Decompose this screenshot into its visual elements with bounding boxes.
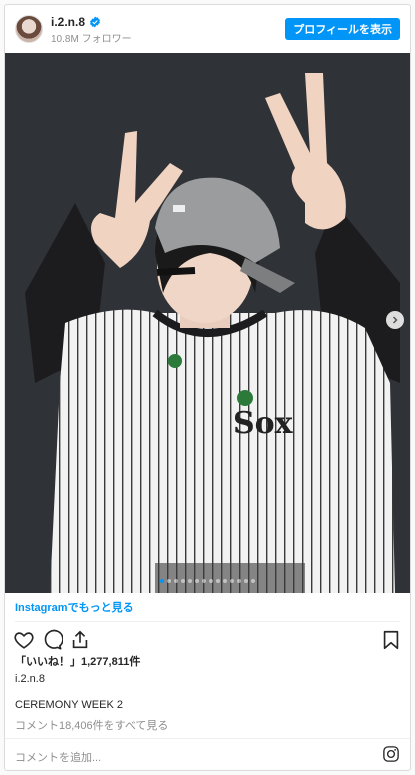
- bookmark-icon[interactable]: [380, 629, 402, 651]
- action-bar: [5, 625, 410, 655]
- instagram-embed-card: i.2.n.8 10.8M フォロワー プロフィールを表示 Sox Instag…: [4, 4, 411, 771]
- carousel-dot: [188, 579, 192, 583]
- follower-count: 10.8M フォロワー: [51, 34, 132, 45]
- chevron-right-icon: [392, 316, 398, 324]
- divider: [5, 738, 410, 739]
- comment-icon[interactable]: [41, 629, 63, 651]
- carousel-dot: [244, 579, 248, 583]
- post-photo[interactable]: Sox: [5, 53, 410, 593]
- add-comment-input[interactable]: コメントを追加...: [15, 749, 101, 765]
- carousel-dot: [237, 579, 241, 583]
- carousel-indicator: [5, 579, 410, 583]
- carousel-dot: [174, 579, 178, 583]
- carousel-dot: [223, 579, 227, 583]
- carousel-dot: [216, 579, 220, 583]
- carousel-dot: [230, 579, 234, 583]
- carousel-dot: [167, 579, 171, 583]
- avatar[interactable]: [15, 15, 43, 43]
- shirt-logo: Sox: [233, 406, 294, 441]
- username-row: i.2.n.8: [51, 15, 101, 29]
- carousel-next-button[interactable]: [386, 311, 404, 329]
- heart-icon[interactable]: [13, 629, 35, 651]
- caption-username[interactable]: i.2.n.8: [15, 673, 45, 685]
- verified-badge-icon: [90, 16, 101, 28]
- carousel-dot: [195, 579, 199, 583]
- carousel-dot: [202, 579, 206, 583]
- caption-text: CEREMONY WEEK 2: [15, 699, 123, 711]
- view-profile-button[interactable]: プロフィールを表示: [285, 18, 400, 40]
- more-on-instagram-link[interactable]: Instagramでもっと見る: [15, 599, 134, 615]
- photo-illustration: Sox: [5, 53, 410, 593]
- carousel-dot: [181, 579, 185, 583]
- post-header: i.2.n.8 10.8M フォロワー プロフィールを表示: [5, 5, 410, 53]
- username[interactable]: i.2.n.8: [51, 15, 85, 29]
- instagram-icon[interactable]: [382, 745, 400, 763]
- divider: [15, 621, 400, 622]
- carousel-dot: [160, 579, 164, 583]
- view-all-comments-link[interactable]: コメント18,406件をすべて見る: [15, 717, 168, 733]
- like-count[interactable]: 「いいね！」1,277,811件: [15, 653, 140, 669]
- carousel-dot: [251, 579, 255, 583]
- carousel-dot: [209, 579, 213, 583]
- share-icon[interactable]: [69, 629, 91, 651]
